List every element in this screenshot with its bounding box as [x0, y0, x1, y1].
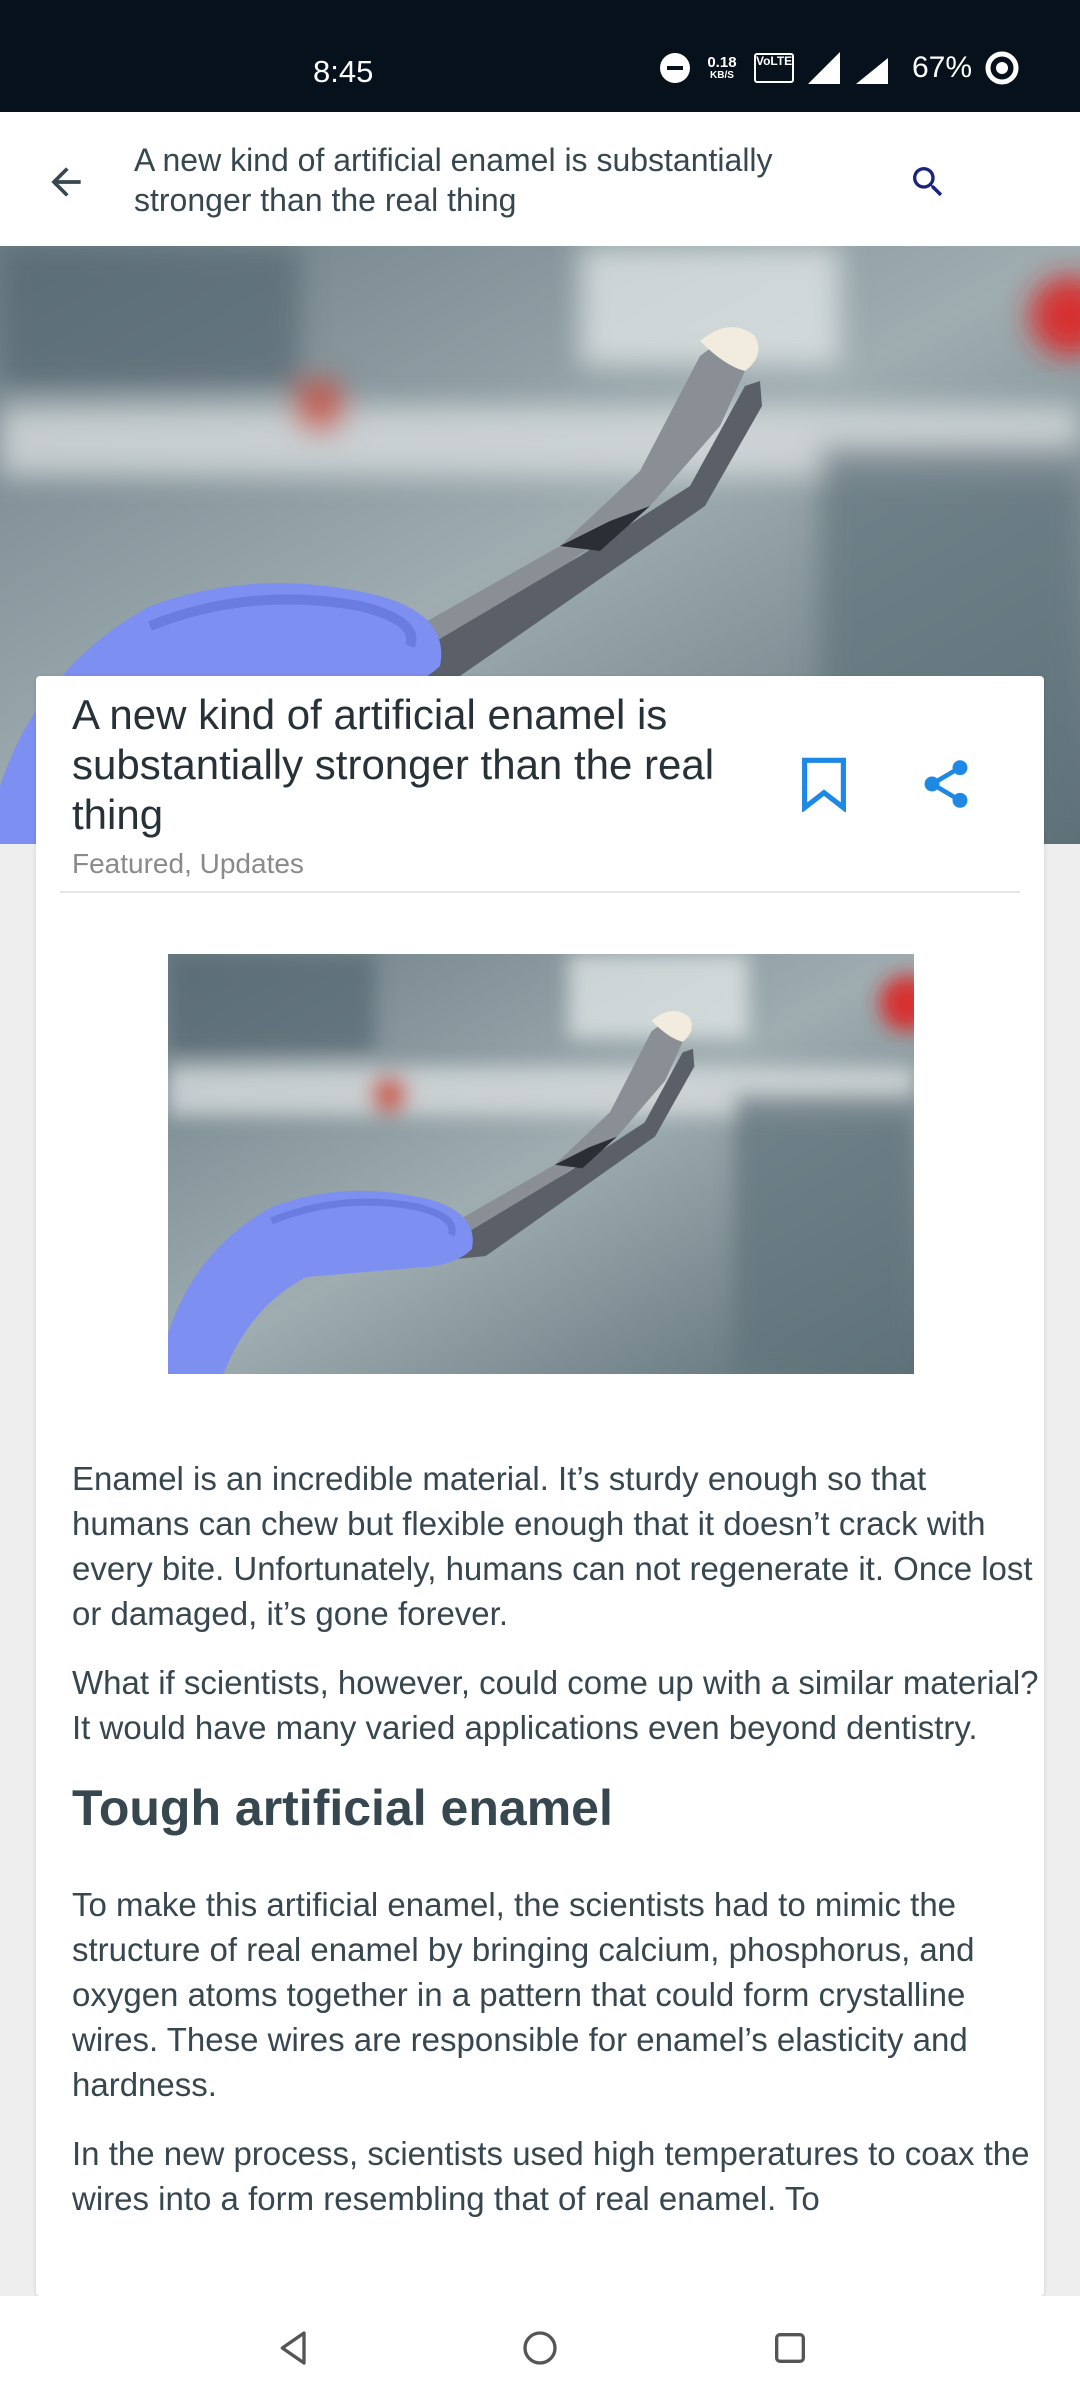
- volte-label: VoLTE: [755, 54, 793, 68]
- article-paragraph: Enamel is an incredible material. It’s s…: [72, 1460, 1033, 1632]
- system-nav-bar: [0, 2296, 1080, 2400]
- nav-recents-button[interactable]: [768, 2326, 812, 2370]
- article-body: Enamel is an incredible material. It’s s…: [72, 1456, 1044, 2245]
- search-button[interactable]: [900, 154, 956, 210]
- article-paragraph: What if scientists, however, could come …: [72, 1664, 1039, 1746]
- nav-back-icon: [280, 2331, 306, 2365]
- signal-icon: [807, 52, 840, 84]
- arrow-back-icon: [51, 167, 81, 197]
- bookmark-icon: [802, 757, 846, 812]
- status-icons: 0.18 KB/S VoLTE 67%: [659, 50, 1020, 86]
- divider: [60, 891, 1020, 893]
- nav-recents-icon: [775, 2333, 805, 2363]
- article-image: [168, 954, 914, 1374]
- do-not-disturb-icon: [659, 53, 690, 83]
- search-icon: [913, 167, 943, 197]
- article-categories: Featured, Updates: [72, 848, 304, 879]
- article-paragraph: In the new process, scientists used high…: [72, 2135, 1030, 2217]
- article-subheading: Tough artificial enamel: [72, 1780, 613, 1836]
- article-title: A new kind of artificial enamel is subst…: [72, 691, 715, 838]
- nav-back-button[interactable]: [272, 2326, 316, 2370]
- network-speed-unit: KB/S: [710, 69, 734, 81]
- bookmark-button[interactable]: [790, 750, 858, 818]
- share-icon: [924, 760, 968, 808]
- battery-icon: [985, 51, 1019, 85]
- status-time: 8:45: [313, 54, 374, 89]
- nav-home-button[interactable]: [518, 2326, 562, 2370]
- share-button[interactable]: [912, 750, 980, 818]
- battery-percent: 67%: [911, 51, 972, 84]
- app-header: A new kind of artificial enamel is subst…: [0, 112, 1080, 246]
- nav-home-icon: [523, 2331, 557, 2365]
- article-card: A new kind of artificial enamel is subst…: [36, 676, 1044, 2296]
- back-button[interactable]: [38, 154, 94, 210]
- network-speed: 0.18 KB/S: [702, 55, 742, 82]
- dental-forceps-photo-inline: [168, 954, 914, 1374]
- volte-icon: VoLTE: [753, 53, 794, 83]
- article-paragraph: To make this artificial enamel, the scie…: [72, 1886, 975, 2103]
- signal-4g-icon: [855, 58, 888, 84]
- network-speed-value: 0.18: [707, 53, 737, 71]
- status-bar: 8:45 0.18 KB/S VoLTE 67%: [0, 0, 1080, 112]
- header-title: A new kind of artificial enamel is subst…: [134, 142, 773, 218]
